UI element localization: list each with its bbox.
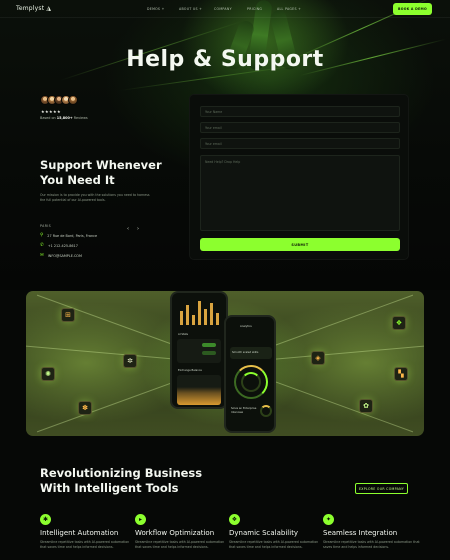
chart-bar	[180, 311, 183, 325]
feature-card: ✦ Seamless Integration Streamline repeti…	[323, 514, 421, 550]
chart-bar	[186, 305, 189, 325]
nav-link-demos[interactable]: DEMOS +	[147, 7, 165, 11]
support-heading-line2: You Need It	[40, 173, 115, 187]
email-row: ✉ INFO@SAMPLE.COM	[40, 253, 82, 258]
feature-description: Streamline repetitive tasks with AI-powe…	[40, 540, 130, 549]
message-textarea[interactable]: Need Help? Drop Help	[200, 155, 400, 231]
nav-link-all-pages[interactable]: ALL PAGES +	[277, 7, 301, 11]
nav-link-about[interactable]: ABOUT US +	[179, 7, 202, 11]
support-heading: Support Whenever You Need It	[40, 158, 190, 188]
feature-card: ✱ Intelligent Automation Streamline repe…	[40, 514, 132, 550]
explore-company-button[interactable]: EXPLORE OUR COMPANY	[355, 483, 408, 494]
brand-logo[interactable]: Templyst ◮	[16, 5, 51, 12]
page-title: Help & Support	[126, 47, 324, 72]
prev-arrow-icon[interactable]: ‹	[127, 226, 129, 232]
revolution-heading: Revolutionizing Business With Intelligen…	[40, 466, 240, 496]
integration-icon: ✦	[323, 514, 334, 525]
phone-mockup-right: Analytics Smooth scaled skills Solve an …	[224, 315, 276, 433]
feature-title: Dynamic Scalability	[229, 529, 299, 537]
integration-tile-icon: ◈	[311, 351, 325, 365]
mini-ring	[260, 405, 272, 417]
integration-tile-icon: ⊞	[61, 308, 75, 322]
feature-card: ❖ Dynamic Scalability Streamline repetit…	[229, 514, 321, 550]
rating-stars: ★★★★★	[41, 109, 61, 114]
automation-icon: ✱	[40, 514, 51, 525]
chart-bar	[210, 303, 213, 325]
reviewer-avatars	[40, 95, 78, 105]
progress-ring-inner	[241, 372, 261, 392]
feature-title: Intelligent Automation	[40, 529, 119, 537]
feature-description: Streamline repetitive tasks with AI-powe…	[135, 540, 225, 549]
phone-card-label: Exchange Balance	[178, 369, 202, 372]
office-city: PARIS	[40, 224, 52, 228]
subject-input[interactable]: Your email	[200, 138, 400, 149]
integration-tile-icon: ✲	[123, 354, 137, 368]
support-heading-line1: Support Whenever	[40, 158, 162, 172]
nav-link-pricing[interactable]: PRICING	[247, 7, 262, 11]
feature-title: Seamless Integration	[323, 529, 398, 537]
integration-tile-icon: ✺	[41, 367, 55, 381]
mail-icon: ✉	[40, 253, 44, 258]
feature-title: Workflow Optimization	[135, 529, 215, 537]
address-row: ⚲ 27 Rue de Bord, Paris, France	[40, 233, 97, 238]
revolution-heading-line2: With Intelligent Tools	[40, 481, 179, 495]
reviews-count: 15,800+	[56, 116, 73, 120]
email-input[interactable]: Your email	[200, 122, 400, 133]
phone-chip	[202, 343, 216, 347]
reviews-prefix: Based on	[40, 116, 57, 120]
contact-form: Your Name Your email Your email Need Hel…	[189, 94, 409, 260]
reviews-text: Based on 15,800+ Reviews	[40, 116, 88, 120]
phone-icon: ✆	[40, 243, 44, 248]
phone-right-label: Analytics	[240, 325, 252, 328]
integration-tile-icon: ✽	[78, 401, 92, 415]
phone-chip	[202, 351, 216, 355]
workflow-icon: ▸	[135, 514, 146, 525]
hero-section: Templyst ◮ DEMOS + ABOUT US + COMPANY PR…	[0, 0, 450, 290]
avatar	[68, 95, 78, 105]
integration-tile-icon: ✿	[359, 399, 373, 413]
phone-mockup-left: AI Stats Exchange Balance	[170, 291, 228, 409]
email-text[interactable]: INFO@SAMPLE.COM	[48, 254, 82, 258]
phone-right-sub: Solve an Enterprise Interview	[231, 407, 257, 414]
top-nav: Templyst ◮ DEMOS + ABOUT US + COMPANY PR…	[0, 0, 450, 18]
feature-description: Streamline repetitive tasks with AI-powe…	[229, 540, 319, 549]
support-description: Our mission is to provide you with the s…	[40, 193, 150, 202]
phone-row: ✆ +1 212-425-8617	[40, 243, 78, 248]
phone-area-chart	[177, 375, 221, 405]
scalability-icon: ❖	[229, 514, 240, 525]
next-arrow-icon[interactable]: ›	[137, 226, 139, 232]
feature-card: ▸ Workflow Optimization Streamline repet…	[135, 514, 227, 550]
chart-bar	[204, 309, 207, 325]
app-showcase: ⊞ ✲ ✺ ✽ ❖ ◈ ▚ ✿ AI Stats Exchange Balanc…	[26, 291, 424, 436]
revolution-heading-line1: Revolutionizing Business	[40, 466, 203, 480]
chart-bar	[192, 315, 195, 325]
phone-left-label: AI Stats	[178, 333, 188, 336]
address-text: 27 Rue de Bord, Paris, France	[47, 233, 98, 238]
reviews-suffix: Reviews	[72, 116, 88, 120]
integration-tile-icon: ▚	[394, 367, 408, 381]
feature-description: Streamline repetitive tasks with AI-powe…	[323, 540, 420, 549]
phone-text[interactable]: +1 212-425-8617	[48, 244, 78, 248]
phone-right-heading: Smooth scaled skills	[232, 351, 259, 354]
nav-link-company[interactable]: COMPANY	[214, 7, 232, 11]
chart-bar	[216, 313, 219, 325]
chart-bar	[198, 301, 201, 325]
submit-button[interactable]: SUBMIT	[200, 238, 400, 251]
page: Templyst ◮ DEMOS + ABOUT US + COMPANY PR…	[0, 0, 450, 560]
location-pin-icon: ⚲	[40, 233, 44, 238]
name-input[interactable]: Your Name	[200, 106, 400, 117]
integration-tile-icon: ❖	[392, 316, 406, 330]
book-demo-button[interactable]: BOOK A DEMO	[393, 3, 432, 15]
